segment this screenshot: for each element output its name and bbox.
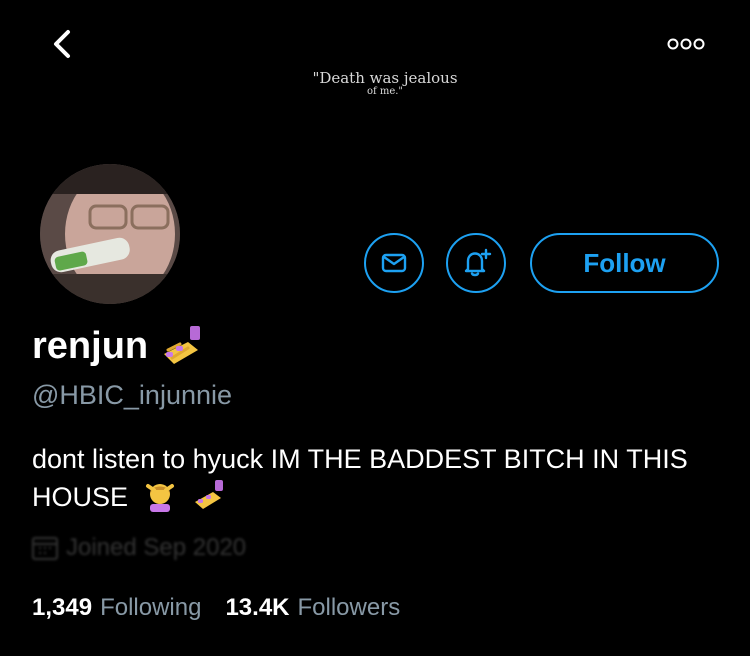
- back-chevron-icon[interactable]: [44, 24, 84, 64]
- avatar-photo: [40, 164, 180, 304]
- notifications-button[interactable]: [446, 233, 506, 293]
- more-options-icon[interactable]: [666, 30, 706, 58]
- banner-quote-line1: "Death was jealous: [312, 69, 458, 87]
- following-count: 1,349: [32, 594, 93, 621]
- following-label: Following: [100, 594, 202, 621]
- followers-count: 13.4K: [225, 594, 290, 621]
- nail-polish-emoji-icon: [195, 480, 224, 509]
- profile-name: renjun: [32, 324, 206, 368]
- display-name: renjun: [32, 325, 149, 367]
- followers-label: Followers: [297, 594, 401, 621]
- joined-date: Joined Sep 2020: [32, 534, 246, 562]
- massage-emoji-icon: [145, 484, 174, 512]
- mail-icon: [381, 253, 407, 273]
- bell-plus-icon: [464, 248, 492, 277]
- profile-bio: dont listen to hyuck IM THE BADDEST BITC…: [32, 440, 722, 516]
- joined-text: Joined Sep 2020: [66, 534, 247, 561]
- nail-polish-emoji-icon: [164, 326, 201, 364]
- follow-stats: 1,349 Following 13.4K Followers: [32, 594, 400, 622]
- follow-button[interactable]: Follow: [530, 233, 719, 293]
- message-button[interactable]: [364, 233, 424, 293]
- bio-text: dont listen to hyuck IM THE BADDEST BITC…: [32, 444, 688, 512]
- calendar-icon: [32, 537, 58, 560]
- profile-handle: @HBIC_injunnie: [32, 380, 233, 410]
- banner-quote: "Death was jealous of me.": [300, 69, 470, 98]
- avatar[interactable]: [36, 160, 184, 308]
- following-stat[interactable]: 1,349 Following: [32, 594, 201, 622]
- followers-stat[interactable]: 13.4K Followers: [225, 594, 400, 622]
